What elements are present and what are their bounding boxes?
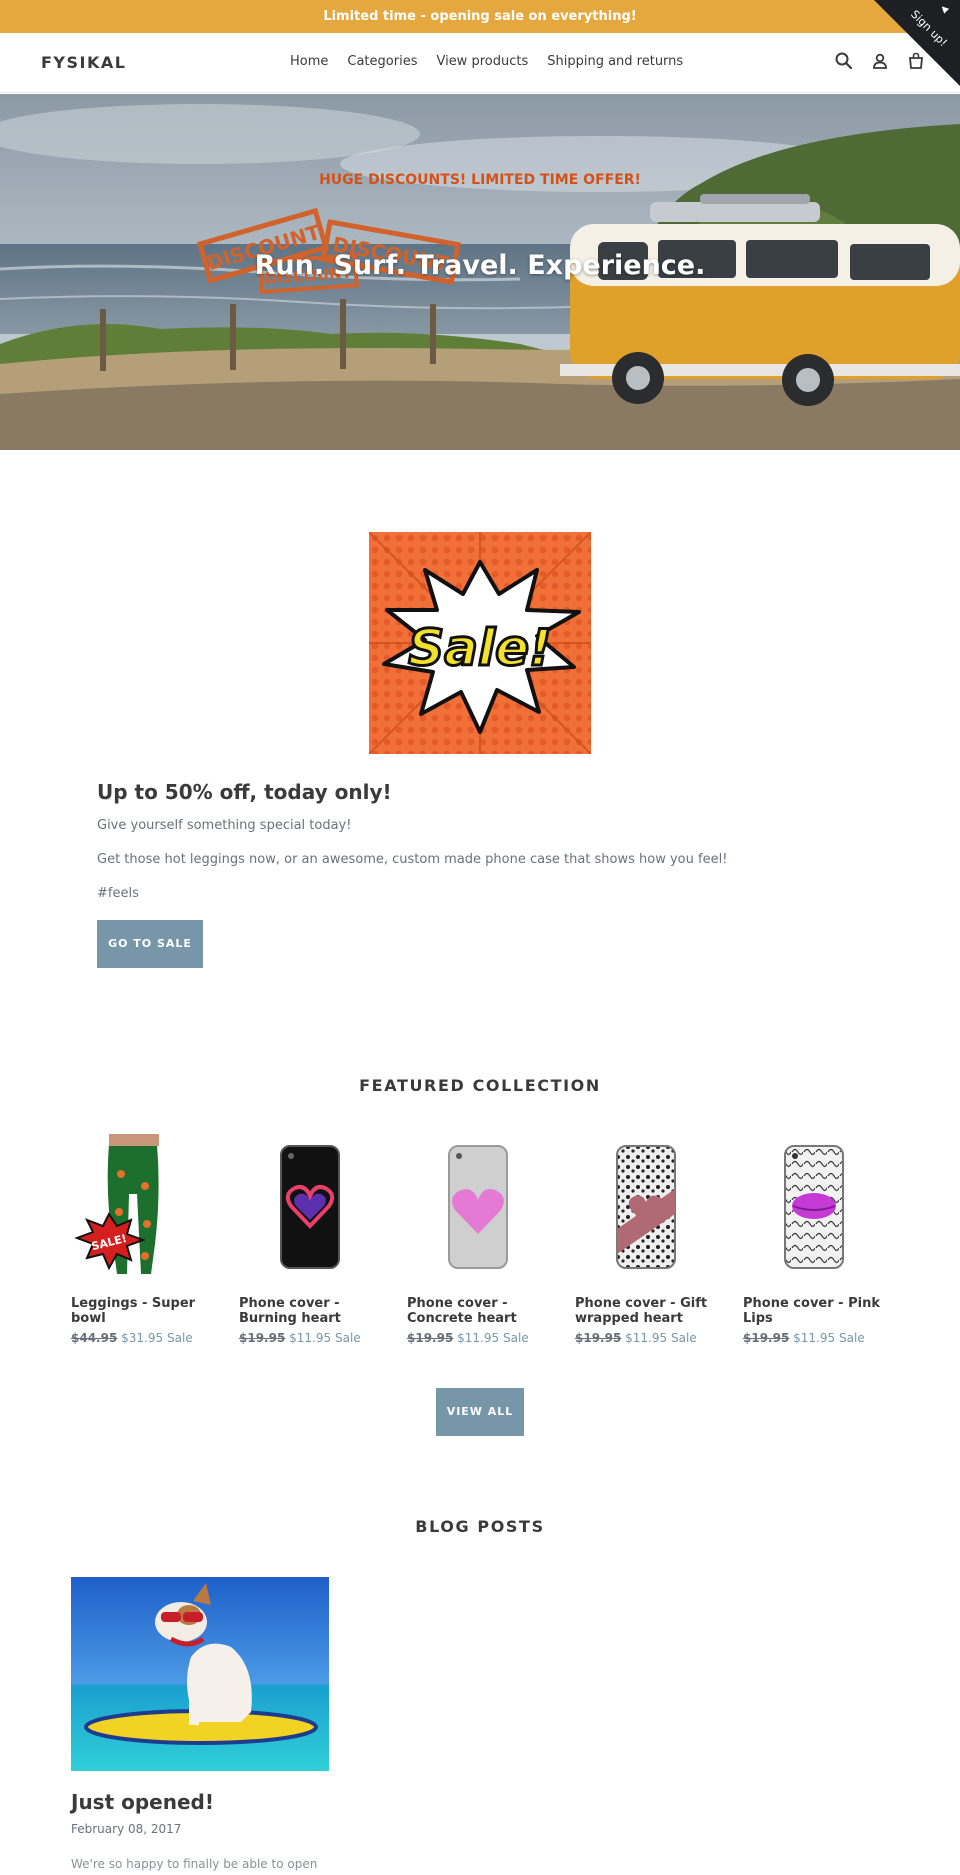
- site-logo[interactable]: FYSIKAL: [41, 53, 126, 72]
- sale-image-text: Sale!: [408, 619, 552, 677]
- product-image-concrete-heart: [448, 1145, 508, 1269]
- product-sale-price: $11.95: [793, 1331, 836, 1345]
- product-old-price: $19.95: [743, 1331, 790, 1345]
- product-sale-badge: Sale: [670, 1331, 697, 1345]
- hero-subtitle: HUGE DISCOUNTS! LIMITED TIME OFFER!: [319, 172, 641, 188]
- hero-title: Run. Surf. Travel. Experience.: [254, 250, 706, 281]
- product-image-gift-wrapped-heart: [616, 1145, 676, 1269]
- product-price: $19.95 $11.95 Sale: [743, 1331, 883, 1345]
- account-icon[interactable]: [870, 51, 890, 71]
- blog-post-excerpt: We're so happy to finally be able to ope…: [71, 1857, 318, 1871]
- product-image-leggings: SALE!: [74, 1134, 159, 1274]
- product-sale-badge: Sale: [166, 1331, 193, 1345]
- view-all-label: VIEW ALL: [446, 1405, 514, 1418]
- blog-posts-title: BLOG POSTS: [415, 1517, 545, 1536]
- hero-banner[interactable]: DISCOUNT DISCOUNT DISCOUNT HUGE DISCOUNT…: [0, 94, 960, 450]
- product-sale-price: $31.95: [121, 1331, 164, 1345]
- product-name[interactable]: Phone cover - Gift wrapped heart: [575, 1296, 715, 1326]
- header-icons: [834, 51, 926, 71]
- product-name[interactable]: Phone cover - Pink Lips: [743, 1296, 883, 1326]
- blog-post-date: February 08, 2017: [71, 1822, 182, 1836]
- nav-view-products[interactable]: View products: [436, 54, 528, 69]
- product-price: $19.95 $11.95 Sale: [575, 1331, 715, 1345]
- product-card[interactable]: Phone cover - Gift wrapped heart $19.95 …: [575, 1134, 715, 1345]
- blog-post-title[interactable]: Just opened!: [71, 1790, 214, 1814]
- announcement-bar: Limited time - opening sale on everythin…: [0, 0, 960, 33]
- sale-image: Sale!: [369, 532, 591, 754]
- go-to-sale-label: GO TO SALE: [108, 937, 192, 950]
- product-sale-price: $11.95: [457, 1331, 500, 1345]
- main-nav: Home Categories View products Shipping a…: [290, 54, 683, 69]
- product-price: $19.95 $11.95 Sale: [239, 1331, 379, 1345]
- product-old-price: $44.95: [71, 1331, 118, 1345]
- product-image-pink-lips: [784, 1145, 844, 1269]
- nav-home[interactable]: Home: [290, 54, 328, 69]
- product-price: $19.95 $11.95 Sale: [407, 1331, 547, 1345]
- product-name[interactable]: Phone cover - Burning heart: [239, 1296, 379, 1326]
- promo-paragraph-2: Get those hot leggings now, or an awesom…: [97, 852, 728, 867]
- product-old-price: $19.95: [575, 1331, 622, 1345]
- product-name[interactable]: Phone cover - Concrete heart: [407, 1296, 547, 1326]
- promo-paragraph-3: #feels: [97, 886, 139, 901]
- product-sale-price: $11.95: [625, 1331, 668, 1345]
- view-all-button[interactable]: VIEW ALL: [436, 1388, 524, 1436]
- product-card[interactable]: SALE! Leggings - Super bowl $44.95 $31.9…: [71, 1134, 211, 1345]
- nav-shipping-returns[interactable]: Shipping and returns: [547, 54, 683, 69]
- search-icon[interactable]: [834, 51, 854, 71]
- cart-icon[interactable]: [906, 51, 926, 71]
- product-card[interactable]: Phone cover - Concrete heart $19.95 $11.…: [407, 1134, 547, 1345]
- promo-paragraph-1: Give yourself something special today!: [97, 818, 352, 833]
- promo-heading: Up to 50% off, today only!: [97, 780, 392, 804]
- product-old-price: $19.95: [407, 1331, 454, 1345]
- product-sale-badge: Sale: [334, 1331, 361, 1345]
- featured-collection-title: FEATURED COLLECTION: [359, 1076, 601, 1095]
- product-sale-badge: Sale: [502, 1331, 529, 1345]
- product-card[interactable]: Phone cover - Burning heart $19.95 $11.9…: [239, 1134, 379, 1345]
- site-header: FYSIKAL Home Categories View products Sh…: [0, 33, 960, 93]
- product-old-price: $19.95: [239, 1331, 286, 1345]
- product-image-burning-heart: [280, 1145, 340, 1269]
- product-card[interactable]: Phone cover - Pink Lips $19.95 $11.95 Sa…: [743, 1134, 883, 1345]
- product-price: $44.95 $31.95 Sale: [71, 1331, 211, 1345]
- product-sale-price: $11.95: [289, 1331, 332, 1345]
- announcement-text: Limited time - opening sale on everythin…: [323, 9, 637, 24]
- product-name[interactable]: Leggings - Super bowl: [71, 1296, 211, 1326]
- go-to-sale-button[interactable]: GO TO SALE: [97, 920, 203, 968]
- product-sale-badge: Sale: [838, 1331, 865, 1345]
- blog-post-image[interactable]: [71, 1577, 329, 1771]
- nav-categories[interactable]: Categories: [347, 54, 417, 69]
